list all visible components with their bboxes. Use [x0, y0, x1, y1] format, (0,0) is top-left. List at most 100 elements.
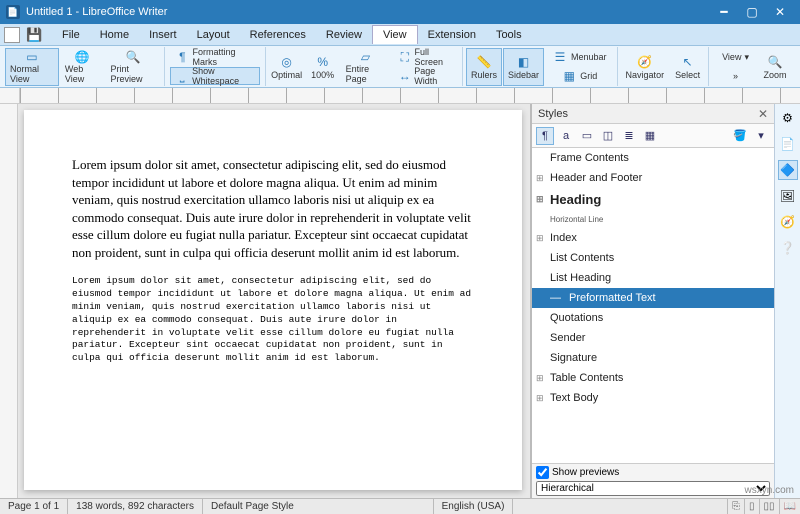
navigator-label: Navigator — [626, 70, 665, 80]
document-area[interactable]: Lorem ipsum dolor sit amet, consectetur … — [0, 104, 530, 498]
styles-deck-icon[interactable]: 🔷 — [778, 160, 798, 180]
print-preview-icon: 🔍 — [125, 50, 141, 64]
status-words[interactable]: 138 words, 892 characters — [68, 499, 203, 514]
pct100-icon: % — [315, 54, 331, 70]
pilcrow-icon: ¶ — [175, 49, 189, 65]
style-item[interactable]: ⊞Text Body — [532, 388, 774, 408]
fill-format-icon[interactable]: 🪣 — [731, 127, 749, 145]
new-style-icon[interactable]: ▾ — [752, 127, 770, 145]
expand-icon[interactable]: ⊞ — [536, 194, 544, 205]
styles-close-icon[interactable]: ✕ — [758, 107, 768, 121]
window-title: Untitled 1 - LibreOffice Writer — [26, 6, 710, 18]
show-whitespace-button[interactable]: ⎵Show Whitespace — [170, 67, 259, 85]
paragraph-mono[interactable]: Lorem ipsum dolor sit amet, consectetur … — [72, 275, 474, 365]
navigator-deck-icon[interactable]: 🧭 — [778, 212, 798, 232]
menu-home[interactable]: Home — [90, 26, 139, 44]
maximize-button[interactable]: ▢ — [738, 0, 766, 24]
style-item[interactable]: Horizontal Line — [532, 211, 774, 228]
menu-insert[interactable]: Insert — [139, 26, 187, 44]
view-dropdown[interactable]: View ▾ — [717, 48, 754, 66]
select-button[interactable]: ↖Select — [670, 48, 705, 86]
style-item[interactable]: Quotations — [532, 308, 774, 328]
styles-list[interactable]: Frame Contents⊞Header and Footer⊞Heading… — [532, 148, 774, 463]
close-button[interactable]: ✕ — [766, 0, 794, 24]
character-styles-tab[interactable]: a — [557, 127, 575, 145]
gallery-deck-icon[interactable]: 🖼 — [778, 186, 798, 206]
menu-tools[interactable]: Tools — [486, 26, 532, 44]
menubar-icon: ☰ — [552, 49, 568, 65]
table-styles-tab[interactable]: ▦ — [641, 127, 659, 145]
page-styles-tab[interactable]: ◫ — [599, 127, 617, 145]
menu-review[interactable]: Review — [316, 26, 372, 44]
frame-styles-tab[interactable]: ▭ — [578, 127, 596, 145]
print-preview-button[interactable]: 🔍Print Preview — [106, 48, 162, 86]
style-item-label: Table Contents — [550, 372, 623, 384]
sidebar-icon: ◧ — [516, 54, 532, 70]
style-item[interactable]: Signature — [532, 348, 774, 368]
ribbon-toolbar: ▭Normal View 🌐Web View 🔍Print Preview ¶F… — [0, 46, 800, 88]
status-view-multi-icon[interactable]: ▯▯ — [759, 499, 779, 514]
status-page[interactable]: Page 1 of 1 — [0, 499, 68, 514]
navigator-button[interactable]: 🧭Navigator — [621, 48, 670, 86]
document-icon[interactable] — [4, 27, 20, 43]
formatting-marks-button[interactable]: ¶Formatting Marks — [170, 48, 259, 66]
status-view-book-icon[interactable]: 📖 — [779, 499, 800, 514]
sidebar-button[interactable]: ◧Sidebar — [503, 48, 544, 86]
minimize-button[interactable]: ━ — [710, 0, 738, 24]
style-item-label: Signature — [550, 352, 597, 364]
full-screen-button[interactable]: ⛶Full Screen — [393, 48, 457, 66]
style-item[interactable]: List Heading — [532, 268, 774, 288]
status-page-style[interactable]: Default Page Style — [203, 499, 434, 514]
style-item[interactable]: Frame Contents — [532, 148, 774, 168]
expand-icon[interactable]: ⊞ — [536, 373, 544, 384]
entire-page-button[interactable]: ▱Entire Page — [341, 48, 391, 86]
expand-icon[interactable]: ⊞ — [536, 393, 544, 404]
grid-button[interactable]: ▦Grid — [547, 67, 612, 85]
style-item[interactable]: ⊞Heading — [532, 188, 774, 211]
selected-marker-icon: — — [550, 292, 561, 304]
menubar-toggle-button[interactable]: ☰Menubar — [547, 48, 612, 66]
page-deck-icon[interactable]: 📄 — [778, 134, 798, 154]
ruler-ticks — [20, 88, 800, 103]
properties-deck-icon[interactable]: ⚙ — [778, 108, 798, 128]
menu-references[interactable]: References — [240, 26, 316, 44]
list-styles-tab[interactable]: ≣ — [620, 127, 638, 145]
menu-layout[interactable]: Layout — [187, 26, 240, 44]
show-previews-checkbox[interactable]: Show previews — [536, 466, 770, 479]
style-item[interactable]: ⊞Header and Footer — [532, 168, 774, 188]
zoom-button[interactable]: 🔍Zoom — [758, 48, 792, 86]
show-previews-input[interactable] — [536, 466, 549, 479]
pct100-button[interactable]: %100% — [306, 48, 340, 86]
status-language[interactable]: English (USA) — [434, 499, 514, 514]
page-width-button[interactable]: ↔Page Width — [393, 67, 457, 85]
menu-file[interactable]: File — [52, 26, 90, 44]
grid-label: Grid — [580, 71, 597, 81]
rulers-button[interactable]: 📏Rulers — [466, 48, 502, 86]
menu-extension[interactable]: Extension — [418, 26, 486, 44]
web-view-button[interactable]: 🌐Web View — [60, 48, 105, 86]
style-item-label: Index — [550, 232, 577, 244]
style-item[interactable]: ⊞ Table Contents — [532, 368, 774, 388]
document-page[interactable]: Lorem ipsum dolor sit amet, consectetur … — [24, 110, 522, 490]
status-signature-icon[interactable]: ⎘ — [727, 499, 744, 514]
style-item-label: List Heading — [550, 272, 611, 284]
optimal-button[interactable]: ◎Optimal — [269, 48, 305, 86]
vertical-ruler[interactable] — [0, 104, 18, 498]
inspect-deck-icon[interactable]: ❔ — [778, 238, 798, 258]
menu-view[interactable]: View — [372, 25, 418, 44]
quick-menu-button[interactable]: » — [717, 67, 754, 85]
style-item[interactable]: Sender — [532, 328, 774, 348]
expand-icon[interactable]: ⊞ — [536, 173, 544, 184]
expand-icon[interactable]: ⊞ — [536, 233, 544, 244]
status-view-single-icon[interactable]: ▯ — [744, 499, 759, 514]
style-item[interactable]: List Contents — [532, 248, 774, 268]
style-item[interactable]: ⊞ Index — [532, 228, 774, 248]
horizontal-ruler[interactable] — [0, 88, 800, 104]
paragraph-styles-tab[interactable]: ¶ — [536, 127, 554, 145]
normal-view-button[interactable]: ▭Normal View — [5, 48, 59, 86]
paragraph-serif[interactable]: Lorem ipsum dolor sit amet, consectetur … — [72, 156, 474, 261]
view-dropdown-label: View — [722, 52, 741, 62]
styles-filter-select[interactable]: Hierarchical — [536, 481, 770, 496]
style-item[interactable]: —Preformatted Text — [532, 288, 774, 308]
save-icon[interactable]: 💾 — [26, 27, 42, 43]
